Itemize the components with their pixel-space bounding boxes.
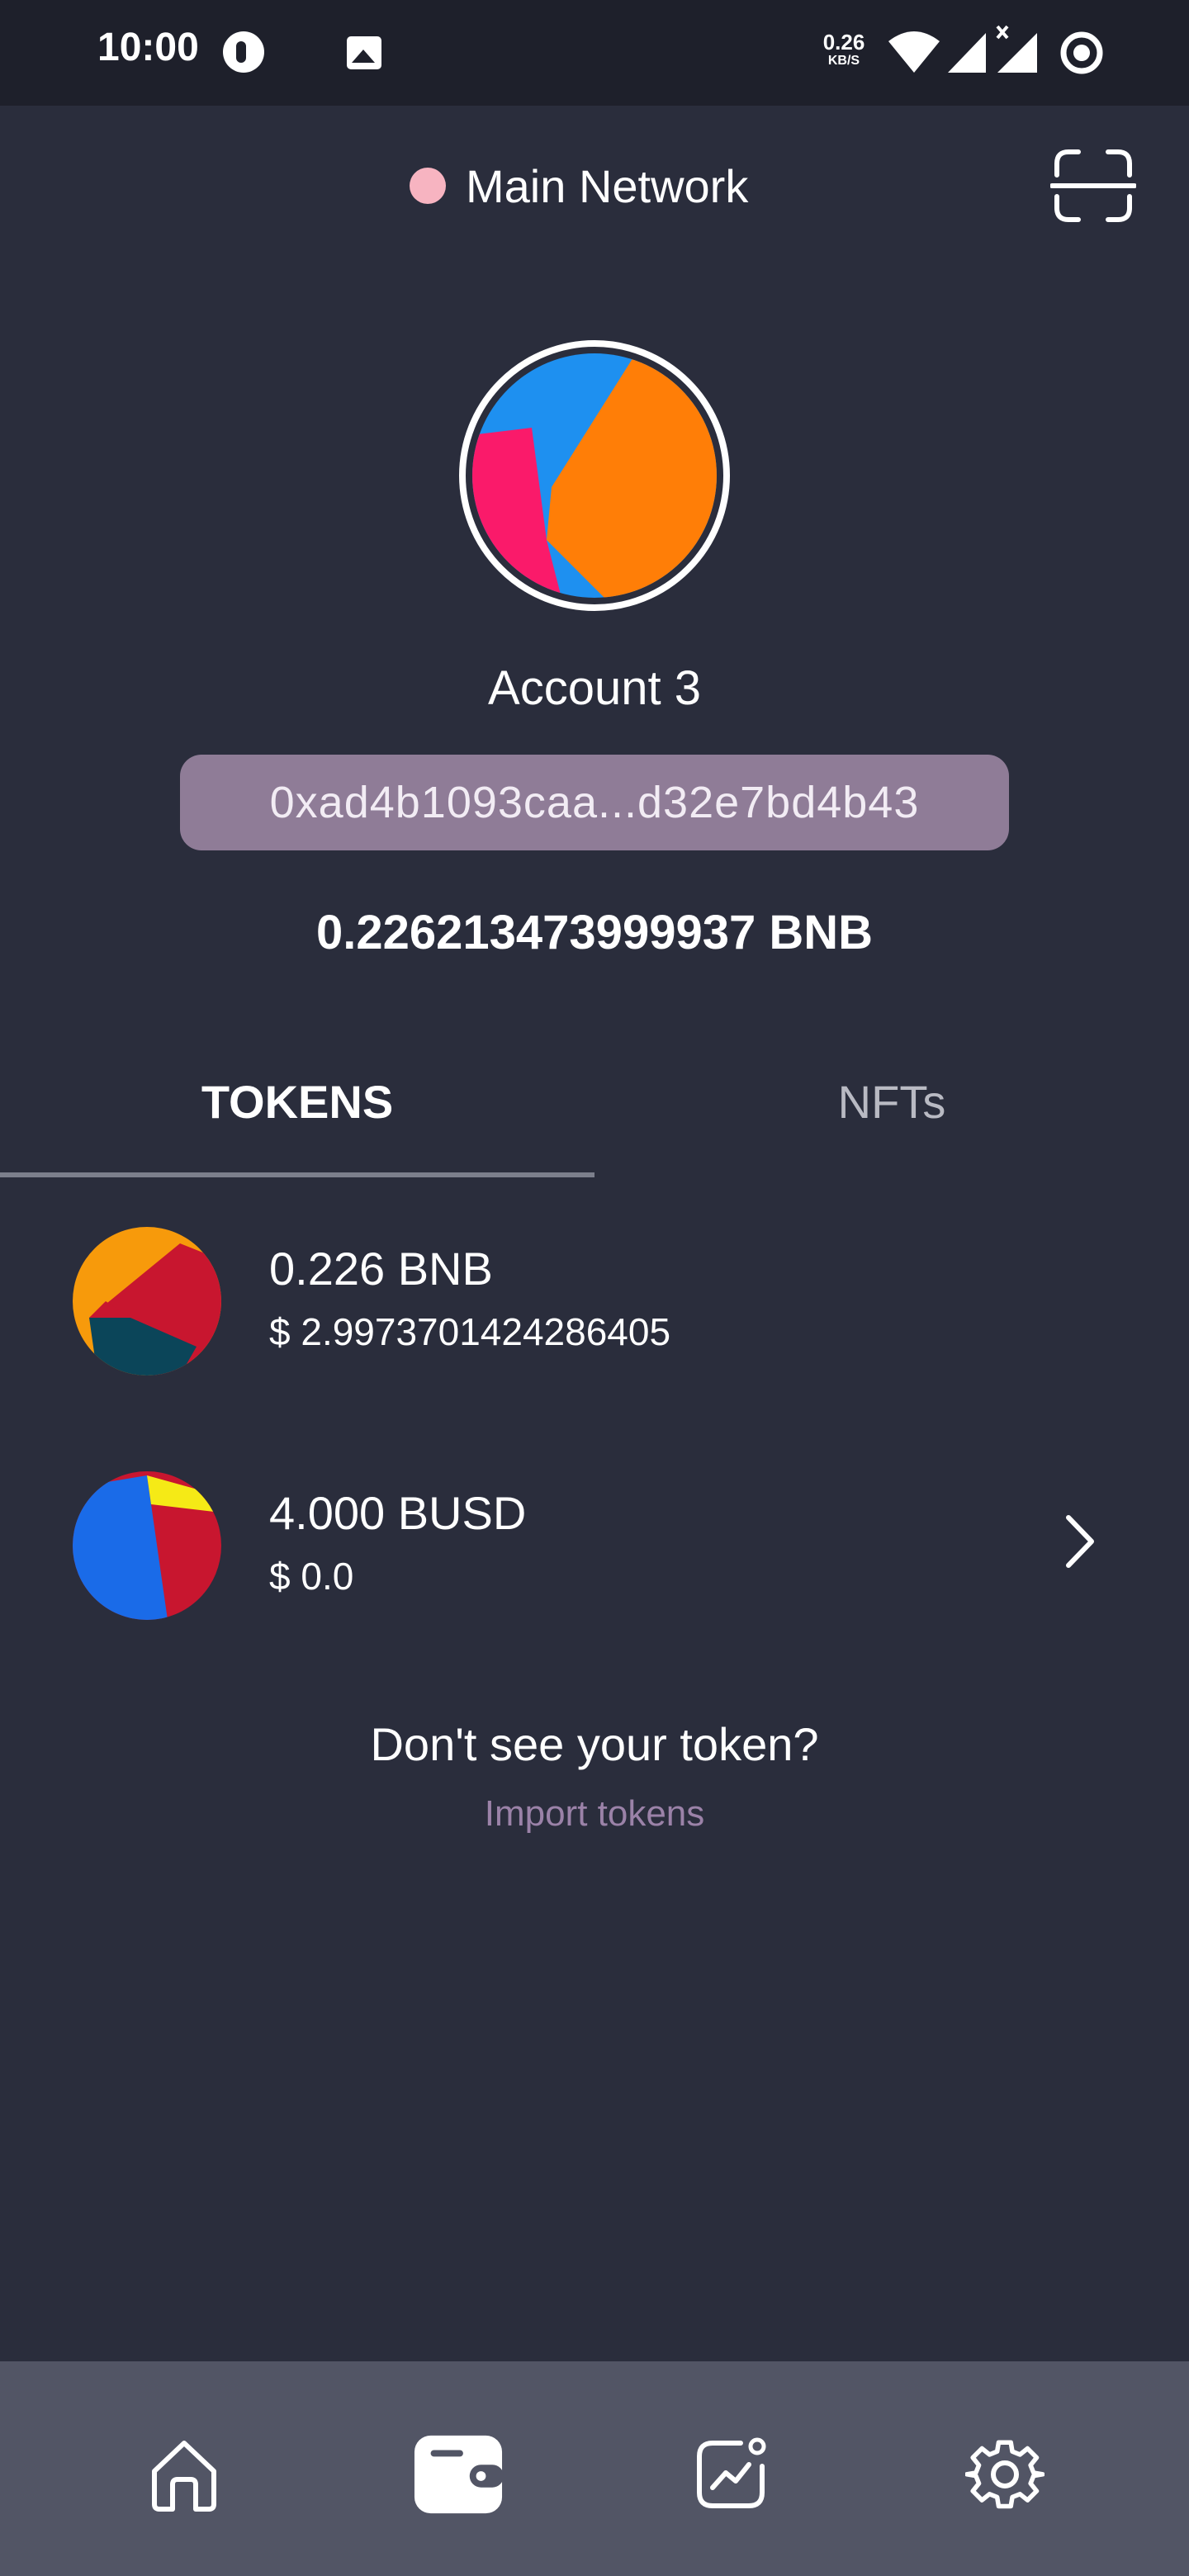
token-fiat-value: $ 0.0 — [269, 1555, 354, 1598]
status-bar: 10:00 0.26 KB/S — [0, 0, 1189, 106]
network-label: Main Network — [466, 159, 749, 212]
settings-icon — [965, 2440, 1045, 2509]
token-row-bnb[interactable]: 0.226 BNB $ 2.9973701424286405 — [0, 1219, 1189, 1384]
chevron-right-icon[interactable] — [1062, 1513, 1098, 1570]
chart-icon — [697, 2437, 766, 2508]
net-speed-value: 0.26 — [822, 30, 865, 54]
avatar-identicon — [472, 353, 717, 598]
app-notification-icon — [223, 31, 264, 73]
account-avatar[interactable] — [459, 340, 730, 611]
bnb-token-icon — [73, 1227, 221, 1376]
missing-token-prompt: Don't see your token? — [370, 1718, 819, 1770]
network-selector[interactable]: Main Network — [410, 157, 748, 215]
wifi-icon — [888, 31, 940, 73]
net-speed-unit: KB/S — [827, 54, 860, 68]
import-tokens-link[interactable]: Import tokens — [0, 1793, 1189, 1835]
signal-no-data-icon — [996, 25, 1037, 73]
record-icon — [1060, 31, 1103, 74]
gallery-icon — [347, 36, 381, 69]
home-icon — [152, 2441, 216, 2512]
account-address-button[interactable]: 0xad4b1093caa...d32e7bd4b43 — [180, 755, 1009, 850]
busd-token-icon — [73, 1471, 221, 1620]
tab-nfts[interactable]: NFTs — [594, 1075, 1189, 1129]
active-tab-indicator — [0, 1172, 594, 1177]
nav-home[interactable] — [139, 2429, 230, 2520]
signal-icon — [948, 33, 986, 73]
net-speed: 0.26 KB/S — [817, 31, 870, 68]
nav-wallet[interactable] — [413, 2429, 504, 2520]
token-fiat-value: $ 2.9973701424286405 — [269, 1310, 671, 1353]
token-row-busd[interactable]: 4.000 BUSD $ 0.0 — [0, 1463, 1189, 1628]
account-balance: 0.226213473999937 BNB — [316, 906, 873, 959]
scan-qr-icon[interactable] — [1050, 147, 1136, 225]
network-status-dot — [410, 168, 446, 204]
nav-activity[interactable] — [685, 2429, 776, 2520]
nav-settings[interactable] — [959, 2429, 1050, 2520]
account-name: Account 3 — [488, 661, 701, 715]
wallet-icon — [414, 2435, 504, 2514]
tab-tokens[interactable]: TOKENS — [0, 1075, 594, 1129]
bottom-navigation — [0, 2361, 1189, 2576]
token-amount: 0.226 BNB — [269, 1243, 493, 1295]
status-time: 10:00 — [97, 26, 199, 69]
token-amount: 4.000 BUSD — [269, 1487, 527, 1539]
